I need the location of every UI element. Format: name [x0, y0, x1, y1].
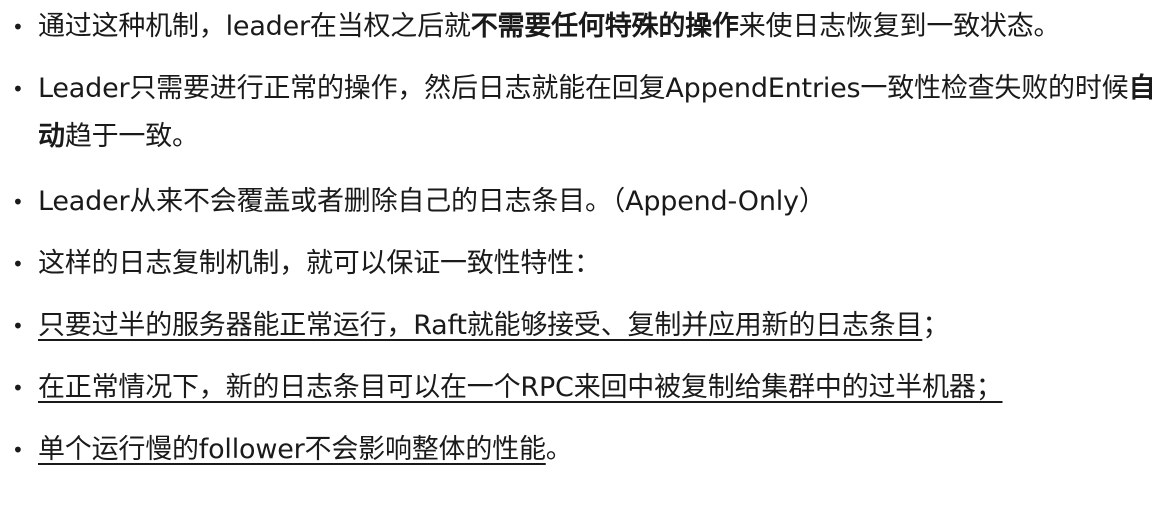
item-text: 这样的日志复制机制，就可以保证一致性特性：: [38, 248, 601, 279]
item-text-underlined: 只要过半的服务器能正常运行，Raft就能够接受、复制并应用新的日志条目: [38, 310, 923, 341]
item-text-bold: 不需要任何特殊的操作: [470, 11, 739, 42]
bullet-marker: •: [12, 252, 24, 276]
bullet-item-one-rpc: • 在正常情况下，新的日志条目可以在一个RPC来回中被复制给集群中的过半机器；: [0, 367, 1166, 409]
item-text-underlined: 单个运行慢的follower不会影响整体的性能: [38, 434, 546, 465]
bullet-item-normal-operation: • Leader只需要进行正常的操作，然后日志就能在回复AppendEntrie…: [0, 65, 1166, 161]
bullet-marker: •: [12, 190, 24, 214]
item-text-underlined: 在正常情况下，新的日志条目可以在一个RPC来回中被复制给集群中的过半机器；: [38, 372, 1003, 403]
item-text: Leader只需要进行正常的操作，然后日志就能在回复AppendEntries一…: [38, 73, 1129, 104]
item-text: Leader从来不会覆盖或者删除自己的日志条目。（Append-Only）: [38, 186, 826, 217]
item-text: ；: [922, 310, 950, 341]
bullet-marker: •: [12, 314, 24, 338]
bullet-marker: •: [12, 438, 24, 462]
bullet-marker: •: [12, 77, 24, 101]
bullet-marker: •: [12, 376, 24, 400]
bullet-item-append-only: • Leader从来不会覆盖或者删除自己的日志条目。（Append-Only）: [0, 181, 1166, 223]
bullet-item-consistency-intro: • 这样的日志复制机制，就可以保证一致性特性：: [0, 243, 1166, 285]
bullet-marker: •: [12, 15, 24, 39]
item-text: 。: [545, 434, 573, 465]
bullet-item-slow-follower: • 单个运行慢的follower不会影响整体的性能。: [0, 429, 1166, 471]
bullet-item-majority: • 只要过半的服务器能正常运行，Raft就能够接受、复制并应用新的日志条目；: [0, 305, 1166, 347]
document-body: • 通过这种机制，leader在当权之后就不需要任何特殊的操作来使日志恢复到一致…: [0, 0, 1166, 522]
item-text: 通过这种机制，leader在当权之后就: [38, 11, 471, 42]
item-text: 来使日志恢复到一致状态。: [738, 11, 1061, 42]
item-text: 趋于一致。: [64, 121, 199, 152]
bullet-item-mechanism: • 通过这种机制，leader在当权之后就不需要任何特殊的操作来使日志恢复到一致…: [0, 6, 1166, 48]
